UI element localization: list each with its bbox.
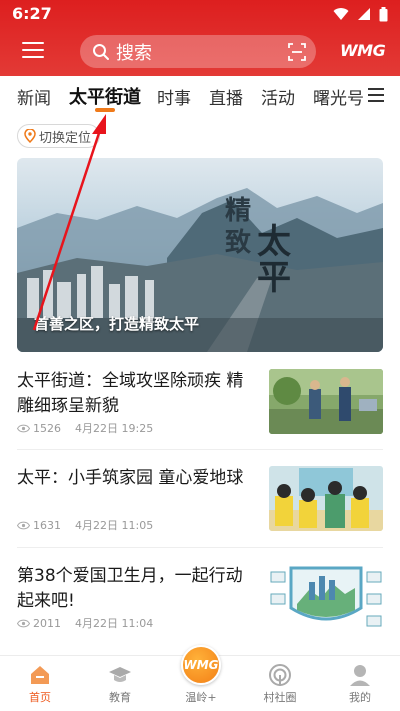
profile-icon (350, 665, 370, 686)
tabs-more-button[interactable] (368, 88, 384, 102)
app-header: 6:27 搜索 WMG (0, 0, 400, 76)
news-title: 太平：小手筑家园 童心爱地球 (17, 468, 244, 488)
home-icon (31, 666, 49, 684)
tab-taiping-street[interactable]: 太平街道 (69, 83, 141, 109)
tab-news[interactable]: 新闻 (17, 84, 51, 109)
community-icon (269, 664, 291, 686)
wmg-logo: WMG (340, 41, 386, 60)
nav-home[interactable]: 首页 (10, 656, 70, 711)
switch-location-button[interactable]: 切换定位 (17, 124, 101, 148)
tab-activities[interactable]: 活动 (261, 84, 295, 109)
status-bar: 6:27 (0, 0, 400, 28)
status-time: 6:27 (12, 4, 52, 23)
eye-icon (17, 521, 30, 529)
search-placeholder: 搜索 (116, 42, 152, 64)
active-tab-indicator (95, 108, 115, 112)
location-pin-icon (24, 129, 36, 143)
nav-wenling-plus-button[interactable]: WMG (181, 645, 221, 685)
news-date: 4月22日 11:05 (75, 519, 154, 532)
news-item[interactable]: 第38个爱国卫生月，一起行动起来吧! 2011 4月22日 11:04 (17, 564, 383, 634)
nav-wenling-plus-label: 温岭+ (185, 691, 217, 704)
news-title: 第38个爱国卫生月，一起行动起来吧! (17, 566, 243, 611)
news-divider (17, 449, 383, 450)
news-item[interactable]: 太平街道：全域攻坚除顽疾 精雕细琢呈新貌 1526 4月22日 19:25 (17, 369, 383, 436)
banner-carousel[interactable]: 精 致 太 平 首善之区，打造精致太平 (17, 158, 383, 352)
banner-caption: 首善之区，打造精致太平 (34, 315, 200, 333)
news-thumbnail (269, 564, 383, 634)
channel-tabs: 新闻 太平街道 时事 直播 活动 曙光号 (0, 76, 400, 120)
menu-button[interactable] (22, 42, 44, 60)
news-date: 4月22日 19:25 (75, 422, 154, 435)
eye-icon (17, 424, 30, 432)
search-icon (93, 43, 109, 60)
tab-live[interactable]: 直播 (209, 84, 243, 109)
battery-icon (379, 6, 388, 21)
news-thumbnail (269, 466, 383, 531)
tab-current-affairs[interactable]: 时事 (157, 84, 191, 109)
nav-education-label: 教育 (109, 691, 131, 704)
signal-icon (358, 8, 370, 20)
banner-art-char: 致 (225, 228, 252, 258)
news-divider (17, 547, 383, 548)
nav-village-community[interactable]: 村社圈 (250, 656, 310, 711)
search-input[interactable]: 搜索 (80, 35, 316, 68)
status-icons (333, 6, 388, 22)
scan-icon[interactable] (288, 43, 306, 61)
news-item[interactable]: 太平：小手筑家园 童心爱地球 1631 4月22日 11:05 (17, 466, 383, 533)
news-views: 2011 (33, 616, 61, 630)
news-views: 1631 (33, 518, 61, 532)
nav-profile-label: 我的 (349, 691, 371, 704)
news-date: 4月22日 11:04 (75, 617, 154, 630)
news-meta: 1631 4月22日 11:05 (17, 517, 153, 533)
banner-art-char: 平 (257, 258, 291, 298)
nav-education[interactable]: 教育 (90, 656, 150, 711)
news-views: 1526 (33, 421, 61, 435)
tab-shuguang[interactable]: 曙光号 (313, 84, 364, 109)
switch-location-label: 切换定位 (39, 130, 92, 146)
nav-profile[interactable]: 我的 (330, 656, 390, 711)
news-meta: 1526 4月22日 19:25 (17, 420, 153, 436)
eye-icon (17, 619, 30, 627)
news-meta: 2011 4月22日 11:04 (17, 615, 153, 631)
news-thumbnail (269, 369, 383, 434)
wifi-icon (333, 8, 349, 20)
graduation-cap-icon (109, 667, 131, 682)
nav-home-label: 首页 (29, 691, 51, 704)
news-title: 太平街道：全域攻坚除顽疾 精雕细琢呈新貌 (17, 371, 244, 416)
nav-village-community-label: 村社圈 (263, 691, 297, 704)
